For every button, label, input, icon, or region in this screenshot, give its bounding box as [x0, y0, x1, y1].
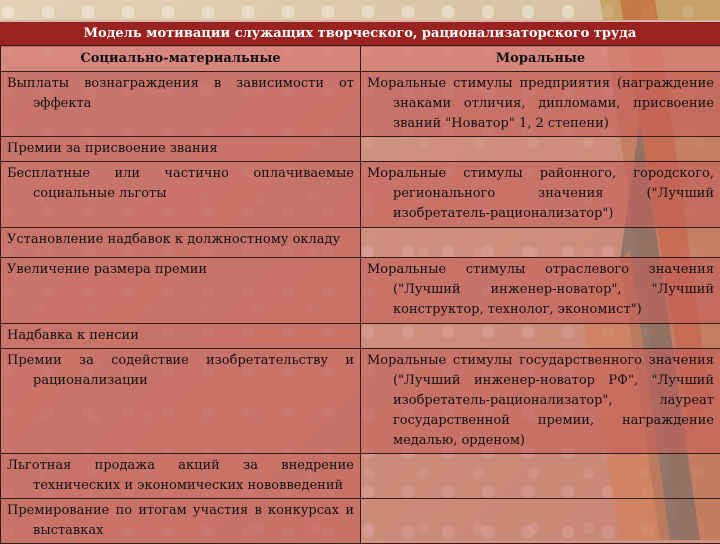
- cell-text: Моральные стимулы предприятия (награжден…: [361, 72, 720, 136]
- table-row: Увеличение размера премии Моральные стим…: [1, 258, 720, 324]
- table-cell: Моральные стимулы государственного значе…: [361, 349, 720, 454]
- cell-text: Премии за содействие изобретательству и …: [1, 349, 360, 393]
- cell-text: Премии за присвоение звания: [1, 137, 360, 161]
- table-cell: Надбавка к пенсии: [1, 324, 361, 349]
- cell-text: Установление надбавок к должностному окл…: [1, 228, 360, 252]
- cell-text: Льготная продажа акций за внедрение техн…: [1, 454, 360, 498]
- table-row: Премии за содействие изобретательству и …: [1, 349, 720, 454]
- table-cell: Увеличение размера премии: [1, 258, 361, 324]
- table-cell: Бесплатные или частично оплачиваемые соц…: [1, 162, 361, 228]
- column-header: Социально-материальные: [1, 46, 361, 72]
- cell-text: Увеличение размера премии: [1, 258, 360, 282]
- header-row: Социально-материальные Моральные: [1, 46, 720, 72]
- motivation-table: Социально-материальные Моральные Выплаты…: [0, 45, 720, 544]
- cell-text: Моральные стимулы государственного значе…: [361, 349, 720, 453]
- table-cell: Премии за присвоение звания: [1, 137, 361, 162]
- table-cell: Льготная продажа акций за внедрение техн…: [1, 454, 361, 499]
- table-title: Модель мотивации служащих творческого, р…: [0, 20, 720, 47]
- table-cell: Премирование по итогам участия в конкурс…: [1, 499, 361, 544]
- table-cell: Выплаты вознаграждения в зависимости от …: [1, 72, 361, 137]
- cell-text: Моральные стимулы отраслевого значения (…: [361, 258, 720, 322]
- table-cell: Премии за содействие изобретательству и …: [1, 349, 361, 454]
- table-cell-empty: [361, 454, 720, 499]
- table-row: Премирование по итогам участия в конкурс…: [1, 499, 720, 544]
- table-cell-empty: [361, 499, 720, 544]
- column-header: Моральные: [361, 46, 720, 72]
- table-cell: Установление надбавок к должностному окл…: [1, 228, 361, 258]
- table-row: Бесплатные или частично оплачиваемые соц…: [1, 162, 720, 228]
- table-row: Выплаты вознаграждения в зависимости от …: [1, 72, 720, 137]
- cell-text: Выплаты вознаграждения в зависимости от …: [1, 72, 360, 116]
- table-cell-empty: [361, 137, 720, 162]
- table-cell: Моральные стимулы предприятия (награжден…: [361, 72, 720, 137]
- table-row: Надбавка к пенсии: [1, 324, 720, 349]
- table-row: Премии за присвоение звания: [1, 137, 720, 162]
- table-row: Льготная продажа акций за внедрение техн…: [1, 454, 720, 499]
- cell-text: Премирование по итогам участия в конкурс…: [1, 499, 360, 543]
- cell-text: Надбавка к пенсии: [1, 324, 360, 348]
- table-cell-empty: [361, 324, 720, 349]
- cell-text: Моральные стимулы районного, городского,…: [361, 162, 720, 226]
- table-row: Установление надбавок к должностному окл…: [1, 228, 720, 258]
- cell-text: Бесплатные или частично оплачиваемые соц…: [1, 162, 360, 206]
- table-cell: Моральные стимулы районного, городского,…: [361, 162, 720, 228]
- table-cell: Моральные стимулы отраслевого значения (…: [361, 258, 720, 324]
- table-cell-empty: [361, 228, 720, 258]
